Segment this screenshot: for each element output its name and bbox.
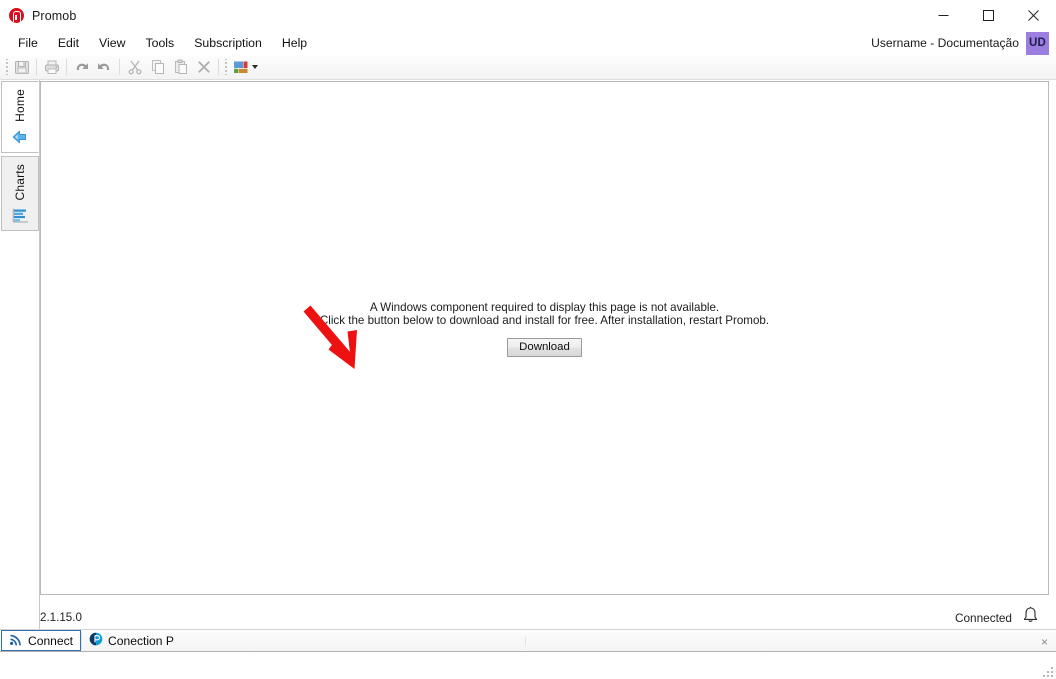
- connection-status-label: Connected: [954, 610, 1012, 625]
- promob-application-window: Promob File Edit View Tools Subscription…: [0, 0, 1056, 679]
- task-strip-divider: [525, 632, 526, 651]
- user-account-area[interactable]: Username - Documentação UD: [871, 31, 1049, 55]
- content-panel: A Windows component required to display …: [40, 81, 1049, 595]
- menu-item-file[interactable]: File: [8, 33, 48, 53]
- window-footer: [0, 652, 1056, 679]
- toolbar-separator: [218, 59, 219, 75]
- window-controls: [921, 0, 1056, 31]
- task-strip: Connect Conection P ×: [0, 629, 1056, 652]
- print-icon[interactable]: [40, 57, 63, 78]
- workspace: Home Charts A Windows component required…: [0, 80, 1056, 629]
- home-arrow-icon: [10, 128, 30, 146]
- delete-icon[interactable]: [192, 57, 215, 78]
- menu-item-tools[interactable]: Tools: [135, 33, 184, 53]
- resize-grip[interactable]: [1040, 664, 1053, 677]
- status-bar-right: Connected: [955, 606, 1056, 629]
- cut-icon[interactable]: [123, 57, 146, 78]
- paste-icon[interactable]: [169, 57, 192, 78]
- task-button-conection-p-label: Conection P: [108, 633, 174, 648]
- title-bar-left: Promob: [0, 8, 76, 23]
- menu-bar: File Edit View Tools Subscription Help U…: [0, 31, 1056, 55]
- task-button-conection-p[interactable]: Conection P: [82, 630, 181, 651]
- sidebar-item-charts[interactable]: Charts: [1, 155, 39, 232]
- user-name-label: Username - Documentação: [871, 36, 1019, 50]
- toolbar-grip-2[interactable]: [222, 58, 229, 76]
- version-label: 2.1.15.0: [40, 611, 82, 624]
- toolbar: [0, 55, 1056, 80]
- avatar[interactable]: UD: [1026, 31, 1049, 55]
- message-line-1: A Windows component required to display …: [369, 301, 720, 314]
- bar-chart-icon: [10, 206, 30, 224]
- task-strip-close-button[interactable]: ×: [1041, 630, 1048, 653]
- menu-item-edit[interactable]: Edit: [48, 33, 89, 53]
- component-missing-message: A Windows component required to display …: [41, 301, 1048, 357]
- download-button[interactable]: Download: [507, 337, 582, 357]
- promob-circle-icon: [89, 632, 103, 649]
- sidebar-item-charts-label: Charts: [13, 163, 27, 201]
- minimize-button[interactable]: [921, 0, 966, 31]
- status-bar: 2.1.15.0 Connected: [40, 606, 1056, 629]
- title-bar: Promob: [0, 0, 1056, 31]
- menu-item-view[interactable]: View: [89, 33, 135, 53]
- task-button-connect[interactable]: Connect: [1, 630, 82, 651]
- sidebar-item-home-label: Home: [13, 89, 27, 122]
- toolbar-separator: [36, 59, 37, 75]
- task-button-connect-label: Connect: [28, 633, 74, 648]
- toolbar-separator: [66, 59, 67, 75]
- copy-icon[interactable]: [146, 57, 169, 78]
- sidebar-item-home[interactable]: Home: [1, 81, 39, 153]
- color-grid-icon[interactable]: [229, 57, 262, 78]
- chevron-down-icon[interactable]: [252, 65, 258, 69]
- close-button[interactable]: [1011, 0, 1056, 31]
- window-title: Promob: [32, 8, 77, 23]
- redo-icon[interactable]: [93, 57, 116, 78]
- promob-logo-icon: [9, 8, 24, 23]
- bell-icon[interactable]: [1022, 606, 1039, 629]
- save-icon[interactable]: [10, 57, 33, 78]
- message-line-2: Click the button below to download and i…: [319, 314, 770, 328]
- toolbar-separator: [119, 59, 120, 75]
- toolbar-grip[interactable]: [3, 58, 10, 76]
- vertical-tab-strip: Home Charts: [0, 80, 40, 629]
- maximize-button[interactable]: [966, 0, 1011, 31]
- menu-item-subscription[interactable]: Subscription: [184, 33, 272, 53]
- signal-icon: [9, 632, 23, 649]
- menu-item-help[interactable]: Help: [272, 33, 317, 53]
- undo-icon[interactable]: [70, 57, 93, 78]
